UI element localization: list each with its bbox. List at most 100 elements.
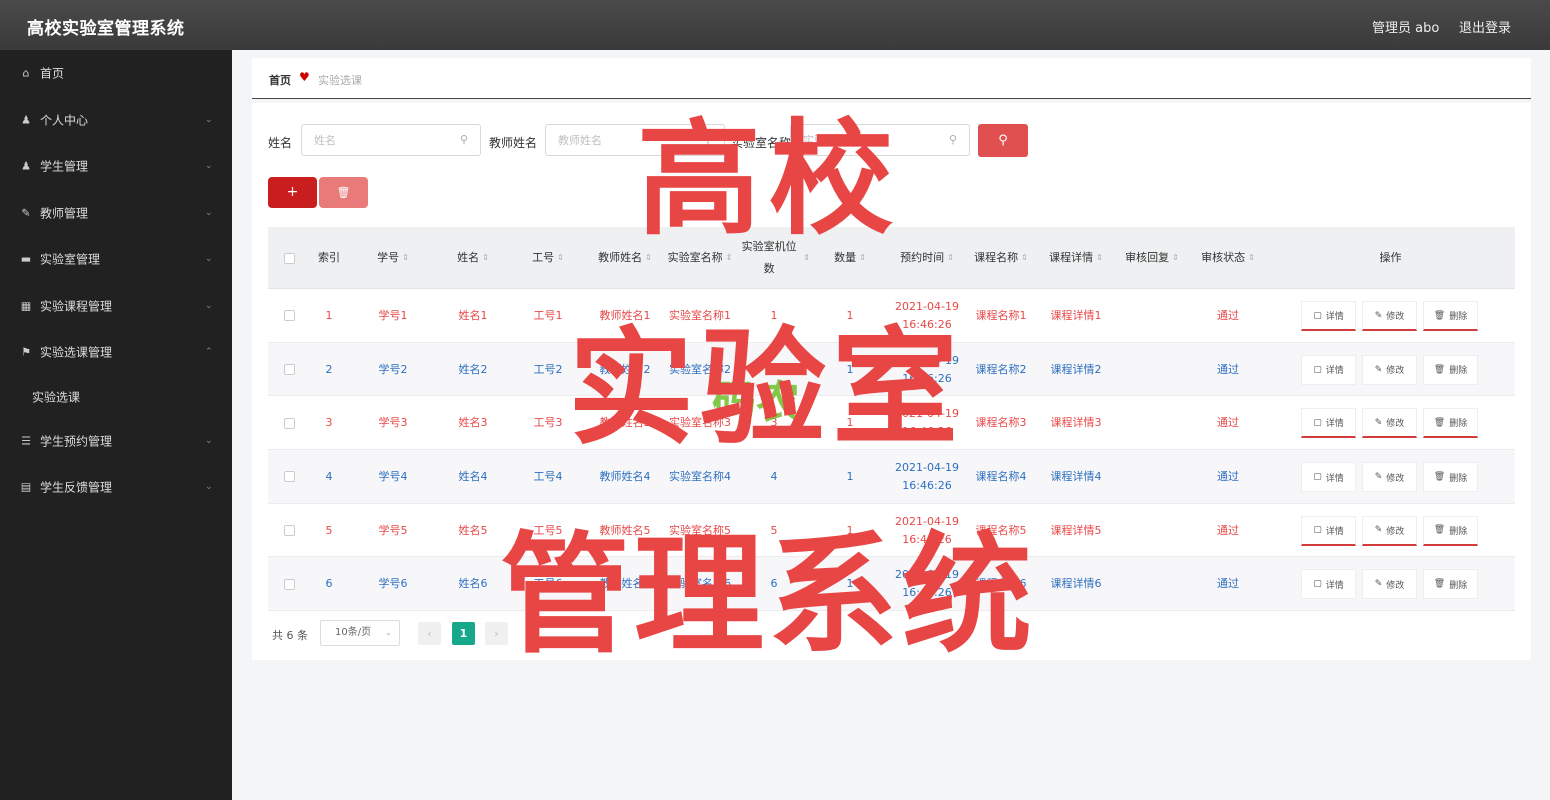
sidebar-item-1[interactable]: ♟ 个人中心 ⌄ (0, 97, 232, 144)
detail-button[interactable]: ▢ 详情 (1301, 408, 1356, 439)
list-icon: ☰ (21, 434, 31, 448)
lab-name-search-input[interactable] (790, 124, 970, 156)
detail-button[interactable]: ▢ 详情 (1301, 515, 1356, 546)
cell-idx: 1 (325, 308, 333, 322)
sort-icon[interactable]: ⇕ (859, 247, 866, 269)
table-row: 2 学号2 姓名2 工号2 教师姓名2 实验室名称2 2 1 2021-04-19 16:46:… (268, 342, 1515, 397)
sidebar-item-2[interactable]: ♟ 学生管理 ⌄ (0, 143, 232, 190)
column-header[interactable]: 学号 ⇕ (348, 227, 438, 289)
column-header[interactable]: 姓名 ⇕ (438, 227, 508, 289)
cell-jsxm: 教师姓名4 (599, 469, 651, 483)
column-header[interactable]: 教师姓名 ⇕ (588, 227, 662, 289)
cell-jws: 2 (770, 362, 778, 376)
column-header[interactable]: 实验室名称 ⇕ (662, 227, 738, 289)
column-header-label: 实验室机位数 (741, 240, 797, 275)
sort-icon[interactable]: ⇕ (1172, 247, 1179, 269)
sort-icon[interactable]: ⇕ (803, 247, 810, 269)
sidebar: ⌂ 首页 ♟ 个人中心 ⌄ ♟ 学生管理 ⌄ ✎ 教师管理 ⌄ ▬ 实验室管理 ⌄ ▦ 实验课程管理 ⌄ ⚑ 实验选… (0, 50, 232, 800)
page-size-value: 10条/页 (335, 627, 372, 638)
column-header[interactable]: 审核回复 ⇕ (1114, 227, 1190, 289)
column-header[interactable]: 审核状态 ⇕ (1190, 227, 1266, 289)
row-checkbox[interactable] (283, 417, 295, 429)
row-checkbox[interactable] (283, 310, 295, 322)
edit-button[interactable]: ✎ 修改 (1362, 354, 1417, 385)
edit-button[interactable]: ✎ 修改 (1362, 569, 1417, 600)
cell-jsxm: 教师姓名6 (599, 577, 651, 591)
delete-button[interactable]: 🗑 删除 (1423, 569, 1478, 600)
add-button[interactable]: + (268, 177, 317, 208)
sidebar-item-label: 个人中心 (40, 113, 89, 128)
cell-gh: 工号3 (533, 416, 563, 430)
sidebar-item-6[interactable]: ⚑ 实验选课管理 ⌃ (0, 329, 232, 376)
row-checkbox[interactable] (283, 578, 295, 590)
page-1-button[interactable]: 1 (452, 622, 475, 645)
sort-icon[interactable]: ⇕ (557, 247, 564, 269)
cell-yysj: 2021-04-19 16:46:26 (895, 568, 959, 600)
detail-button[interactable]: ▢ 详情 (1301, 301, 1356, 331)
teacher-name-search-input[interactable] (545, 124, 725, 156)
search-icon: ⚲ (998, 133, 1008, 148)
select-all-checkbox[interactable] (283, 252, 295, 264)
delete-button[interactable]: 🗑 删除 (1423, 301, 1478, 331)
sidebar-item-4[interactable]: ▬ 实验室管理 ⌄ (0, 236, 232, 283)
table-row: 4 学号4 姓名4 工号4 教师姓名4 实验室名称4 4 1 2021-04-19 16:46:… (268, 450, 1515, 504)
sort-icon[interactable]: ⇕ (645, 247, 652, 269)
logout-link[interactable]: 退出登录 (1459, 17, 1511, 36)
row-checkbox[interactable] (283, 364, 295, 376)
column-header[interactable]: 数量 ⇕ (810, 227, 890, 289)
pagination-total: 共 6 条 (272, 629, 308, 642)
column-header[interactable]: 课程详情 ⇕ (1038, 227, 1114, 289)
sort-icon[interactable]: ⇕ (726, 247, 733, 269)
breadcrumb-current: 实验选课 (318, 74, 362, 87)
sidebar-item-8[interactable]: ▤ 学生反馈管理 ⌄ (0, 464, 232, 511)
chevron-icon: ⌄ (205, 300, 213, 311)
sort-icon[interactable]: ⇕ (1096, 247, 1103, 269)
breadcrumb-home[interactable]: 首页 (269, 72, 291, 88)
prev-page-button[interactable]: ‹ (418, 622, 441, 645)
op-label: 修改 (1386, 580, 1405, 591)
edit-button[interactable]: ✎ 修改 (1362, 301, 1417, 331)
edit-icon: ✎ (1374, 417, 1383, 428)
column-header-label: 姓名 (457, 251, 480, 264)
chevron-icon: ⌄ (205, 254, 213, 265)
name-search-input[interactable] (301, 124, 481, 156)
sidebar-item-5[interactable]: ▦ 实验课程管理 ⌄ (0, 283, 232, 330)
delete-button[interactable]: 🗑 删除 (1423, 354, 1478, 385)
delete-button[interactable]: 🗑 删除 (1423, 462, 1478, 493)
detail-button[interactable]: ▢ 详情 (1301, 462, 1356, 493)
edit-button[interactable]: ✎ 修改 (1362, 408, 1417, 439)
edit-button[interactable]: ✎ 修改 (1362, 462, 1417, 493)
batch-delete-button[interactable]: 🗑 (319, 177, 368, 208)
next-page-button[interactable]: › (485, 622, 508, 645)
search-button[interactable]: ⚲ (978, 124, 1028, 157)
sidebar-subitem-lab-course-selection[interactable]: 实验选课 (0, 376, 232, 418)
page-size-select[interactable]: 10条/页 ⌄ (320, 620, 400, 646)
column-header[interactable]: 实验室机位数 ⇕ (738, 227, 810, 289)
sort-icon[interactable]: ⇕ (1021, 247, 1028, 269)
search-icon: ⚲ (460, 133, 469, 146)
column-header[interactable]: 工号 ⇕ (508, 227, 588, 289)
column-header[interactable]: 预约时间 ⇕ (890, 227, 964, 289)
op-label: 删除 (1449, 526, 1468, 537)
row-checkbox[interactable] (283, 471, 295, 483)
sort-icon[interactable]: ⇕ (947, 247, 954, 269)
sort-icon[interactable]: ⇕ (1248, 247, 1255, 269)
cell-sl: 1 (846, 362, 854, 376)
detail-button[interactable]: ▢ 详情 (1301, 569, 1356, 600)
op-label: 详情 (1325, 473, 1344, 484)
sidebar-item-0[interactable]: ⌂ 首页 (0, 50, 232, 97)
cell-kcmc: 课程名称6 (975, 577, 1027, 591)
row-checkbox[interactable] (283, 525, 295, 537)
delete-button[interactable]: 🗑 删除 (1423, 408, 1478, 439)
sort-icon[interactable]: ⇕ (402, 247, 409, 269)
sort-icon[interactable]: ⇕ (482, 247, 489, 269)
heart-icon: ♥ (299, 70, 310, 84)
cell-shzt: 通过 (1217, 523, 1239, 537)
detail-button[interactable]: ▢ 详情 (1301, 354, 1356, 385)
edit-button[interactable]: ✎ 修改 (1362, 515, 1417, 546)
sidebar-item-7[interactable]: ☰ 学生预约管理 ⌄ (0, 418, 232, 465)
column-header[interactable]: 课程名称 ⇕ (964, 227, 1038, 289)
op-label: 详情 (1325, 419, 1344, 430)
sidebar-item-3[interactable]: ✎ 教师管理 ⌄ (0, 190, 232, 237)
delete-button[interactable]: 🗑 删除 (1423, 515, 1478, 546)
